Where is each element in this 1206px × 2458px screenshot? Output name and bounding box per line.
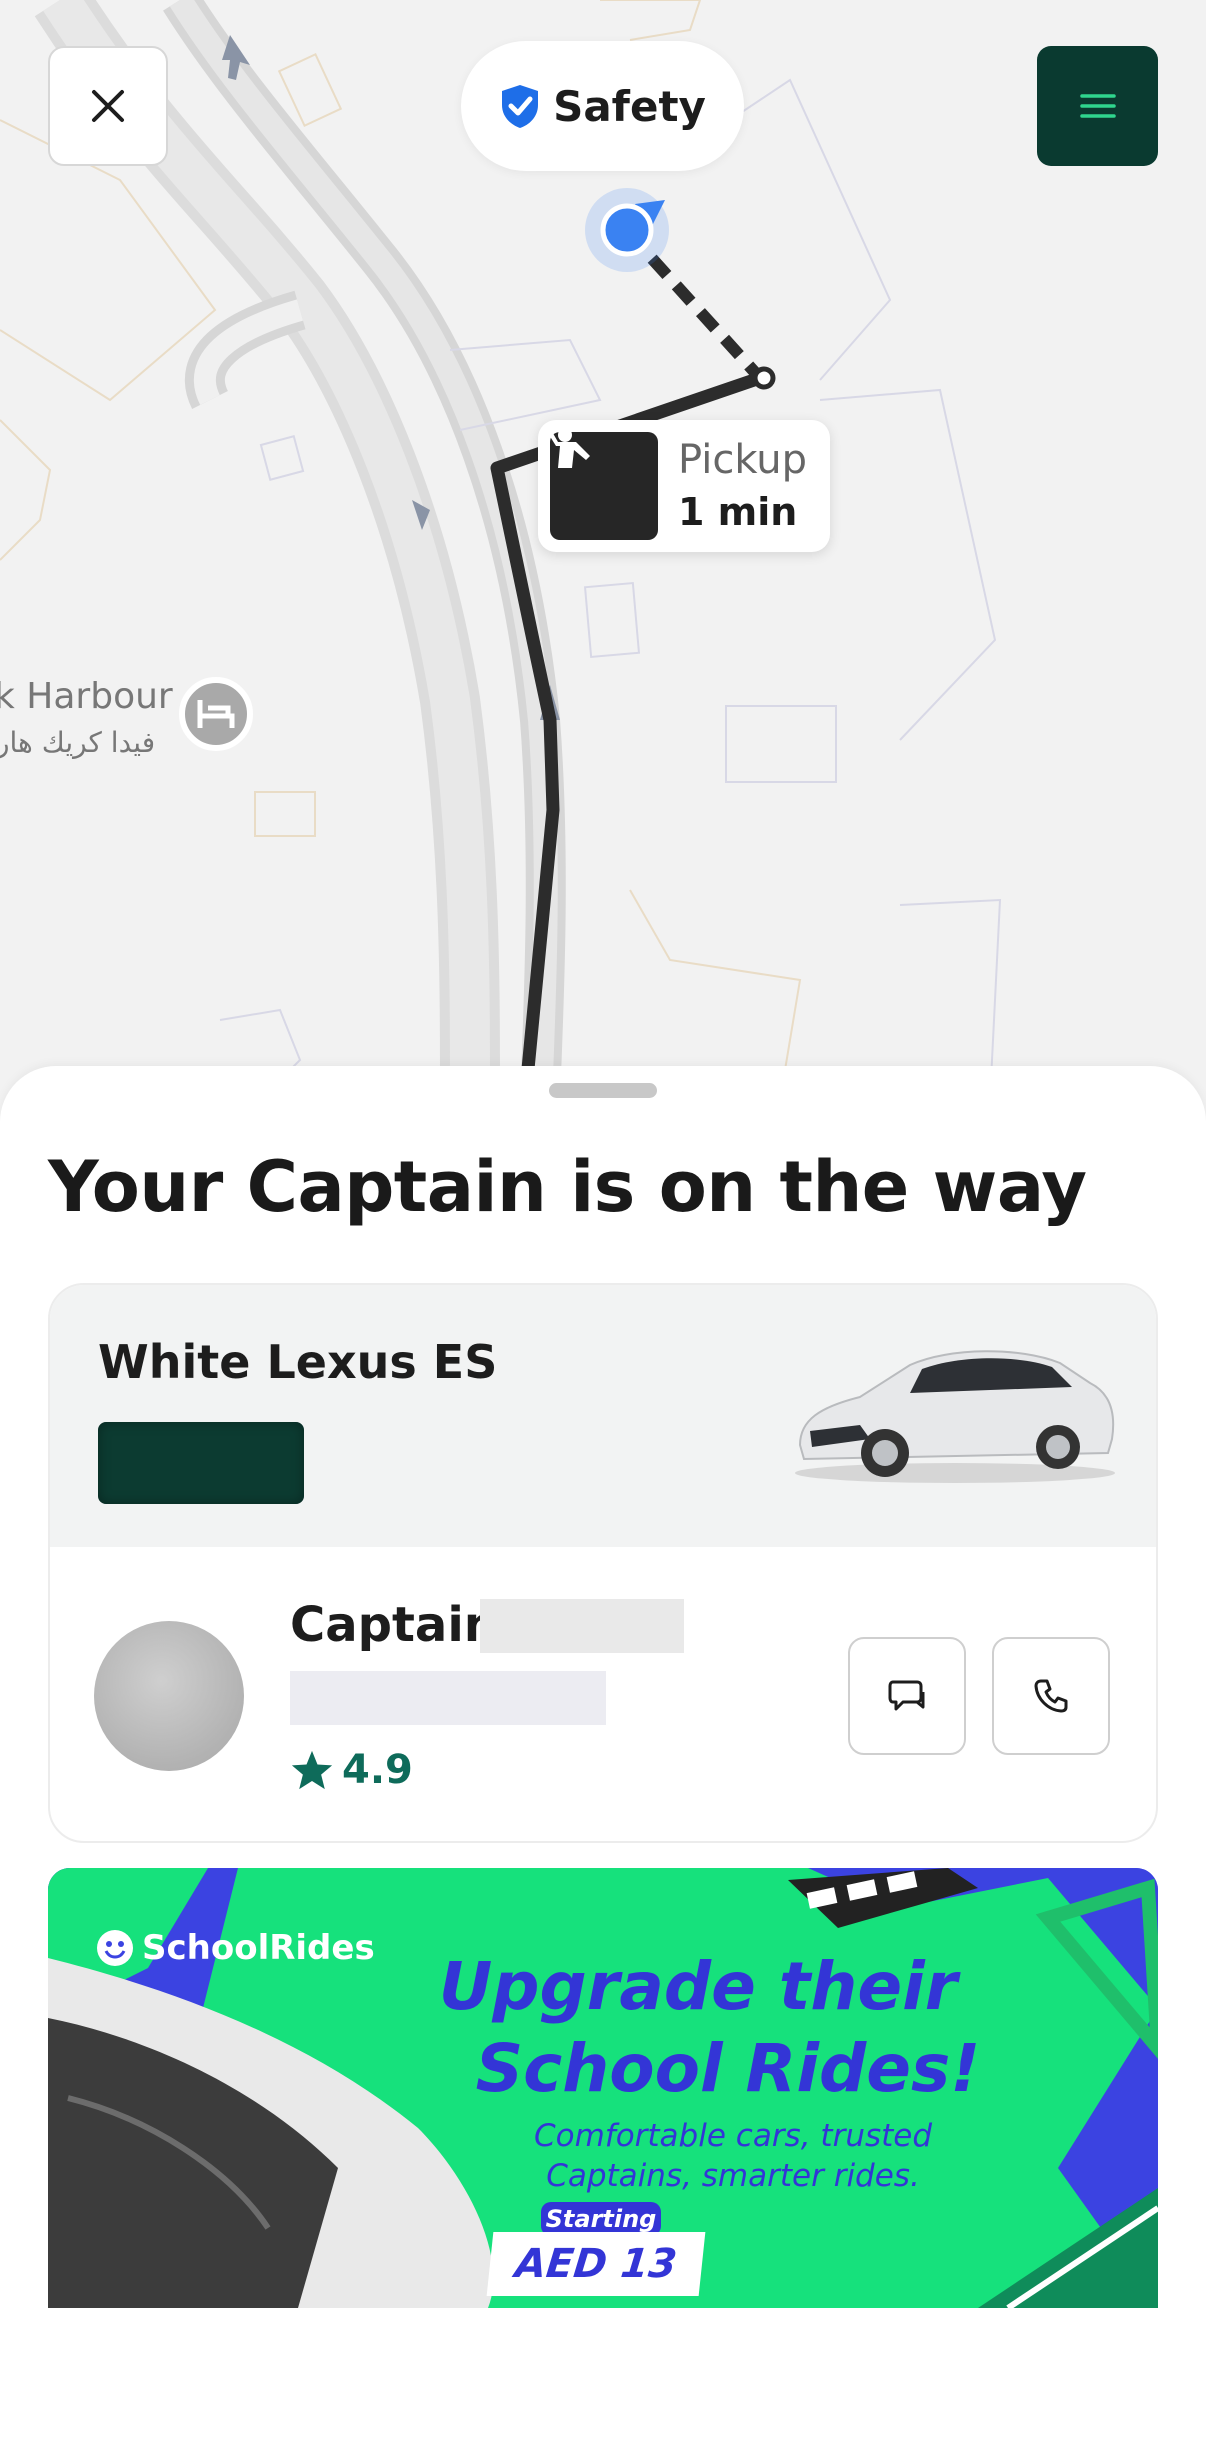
captain-name-redacted [480, 1599, 684, 1653]
hotel-pin-icon [179, 677, 253, 751]
star-icon [291, 1750, 333, 1790]
captain-details-redacted [290, 1671, 606, 1725]
promo-price: AED 13 [486, 2232, 706, 2296]
subtitle-line-2: Captains, smarter rides. [546, 2158, 920, 2194]
place-label-ar: فيدا كريك هار [0, 726, 156, 759]
car-info-section: White Lexus ES [50, 1285, 1156, 1547]
chat-icon [888, 1680, 925, 1711]
school-rides-promo-banner[interactable]: SchoolRides Upgrade their School Rides! … [48, 1868, 1158, 2308]
brand-name: SchoolRides [142, 1928, 375, 1968]
captain-rating: 4.9 [290, 1747, 413, 1793]
menu-button[interactable] [1037, 46, 1158, 166]
hamburger-menu-icon [1079, 94, 1116, 118]
license-plate [98, 1422, 304, 1504]
shield-check-icon [502, 85, 539, 128]
pickup-icon-box [546, 428, 658, 540]
promo-headline: Upgrade their School Rides! [348, 1946, 1048, 2110]
car-name: White Lexus ES [98, 1335, 498, 1389]
pickup-eta-card: Pickup 1 min [538, 420, 830, 552]
promo-subtitle: Comfortable cars, trusted Captains, smar… [468, 2116, 998, 2196]
captain-avatar [94, 1621, 244, 1771]
waving-person-icon [546, 428, 590, 468]
rating-value: 4.9 [342, 1747, 413, 1793]
headline-line-1: Upgrade their [438, 1948, 958, 2025]
smiley-logo-icon [97, 1930, 133, 1966]
headline-line-2: School Rides! [475, 2030, 981, 2107]
subtitle-line-1: Comfortable cars, trusted [533, 2118, 933, 2154]
pickup-eta: 1 min [678, 490, 798, 534]
phone-icon [1034, 1679, 1068, 1713]
place-label-en: k Harbour [0, 676, 173, 717]
drag-handle[interactable] [549, 1083, 657, 1098]
car-image [795, 1350, 1115, 1483]
sheet-title: Your Captain is on the way [48, 1146, 1087, 1228]
schoolrides-brand: SchoolRides [96, 1928, 375, 1968]
starting-badge: Starting [541, 2202, 661, 2236]
captain-card: White Lexus ES Captain 4.9 [48, 1283, 1158, 1843]
driver-info-section: Captain 4.9 [50, 1547, 1156, 1841]
safety-label: Safety [553, 81, 706, 131]
call-button[interactable] [992, 1637, 1110, 1755]
close-icon [92, 90, 124, 122]
chat-button[interactable] [848, 1637, 966, 1755]
captain-label: Captain [290, 1597, 498, 1653]
ride-status-sheet[interactable]: Your Captain is on the way White Lexus E… [0, 1066, 1206, 2458]
safety-button[interactable]: Safety [461, 41, 744, 171]
close-button[interactable] [48, 46, 168, 166]
pickup-label: Pickup [678, 437, 808, 483]
